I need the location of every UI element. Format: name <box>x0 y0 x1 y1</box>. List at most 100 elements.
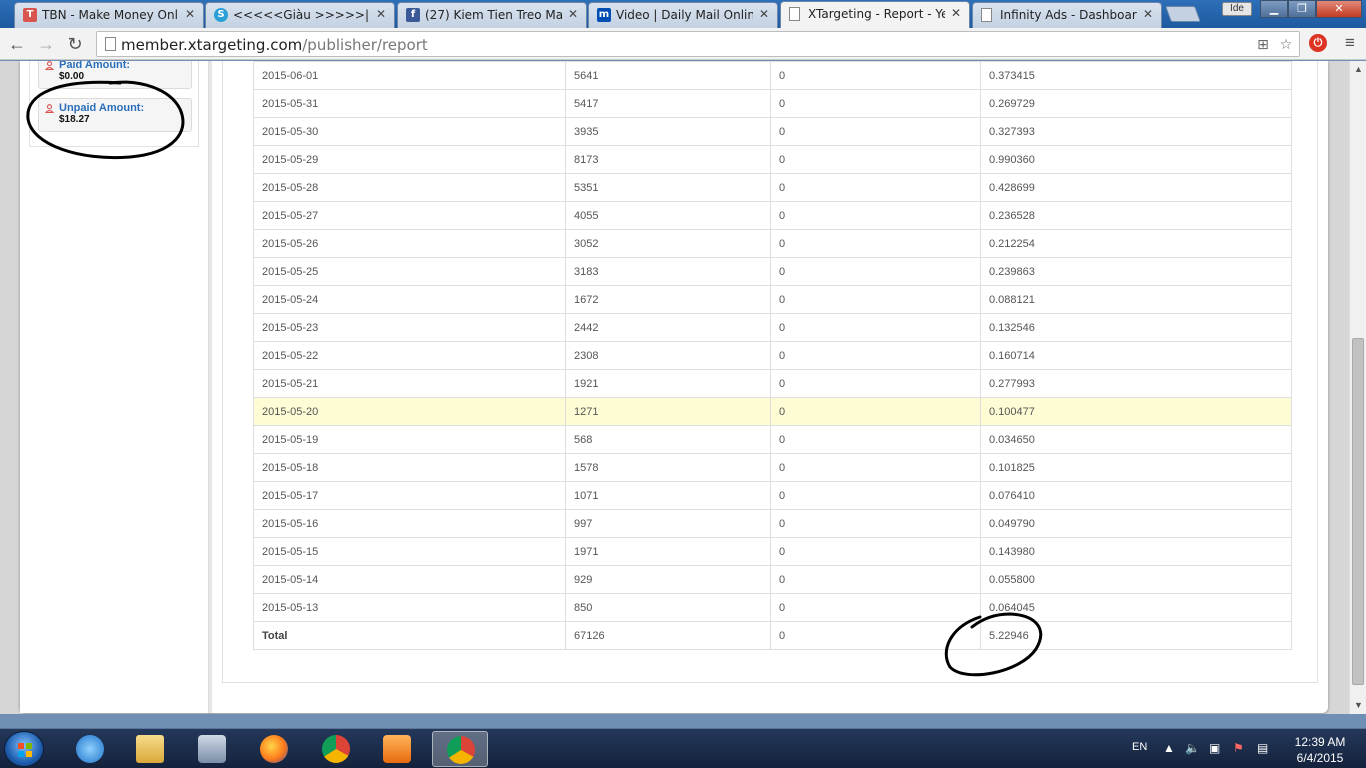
clicks-cell: 0 <box>770 453 981 482</box>
forward-icon[interactable]: → <box>34 32 58 56</box>
address-bar[interactable]: member.xtargeting.com/publisher/report ⊞… <box>96 31 1300 57</box>
reload-icon[interactable]: ↻ <box>63 32 87 56</box>
tab-title: (27) Kiem Tien Treo May V <box>425 8 562 22</box>
scroll-up-arrow-icon[interactable]: ▲ <box>1350 61 1366 78</box>
table-row: 2015-05-31 5417 0 0.269729 <box>253 89 1292 118</box>
media-player-icon[interactable] <box>369 731 425 767</box>
bookmark-star-icon[interactable]: ☆ <box>1277 35 1295 53</box>
tab-close-icon[interactable]: ✕ <box>568 7 578 21</box>
clicks-cell: 0 <box>770 285 981 314</box>
paid-amount-card: Paid Amount: $0.00 <box>38 61 192 89</box>
internet-explorer-icon[interactable] <box>62 731 118 767</box>
minimize-button[interactable]: ▁ <box>1260 0 1288 18</box>
earnings-cell: 0.034650 <box>980 425 1292 454</box>
browser-tab[interactable]: S <<<<<Giàu >>>>>|<<< ✕ <box>205 2 395 28</box>
browser-tab[interactable]: f (27) Kiem Tien Treo May V ✕ <box>397 2 587 28</box>
paid-amount-label: Paid Amount: <box>59 61 131 71</box>
date-cell: 2015-05-27 <box>253 201 566 230</box>
earnings-cell: 0.088121 <box>980 285 1292 314</box>
total-label: Total <box>253 621 566 650</box>
earnings-cell: 0.143980 <box>980 537 1292 566</box>
table-row: 2015-05-14 929 0 0.055800 <box>253 565 1292 594</box>
new-tab-button[interactable] <box>1165 6 1201 22</box>
tbn-favicon: T <box>23 8 37 22</box>
clock-date[interactable]: 6/4/2015 <box>1290 751 1350 765</box>
tab-close-icon[interactable]: ✕ <box>376 7 386 21</box>
start-button[interactable] <box>4 731 44 767</box>
earnings-cell: 0.428699 <box>980 173 1292 202</box>
date-cell: 2015-05-26 <box>253 229 566 258</box>
date-cell: 2015-05-19 <box>253 425 566 454</box>
date-cell: 2015-05-28 <box>253 173 566 202</box>
browser-tab[interactable]: m Video | Daily Mail Online ✕ <box>588 2 778 28</box>
scroll-thumb[interactable] <box>1352 338 1364 685</box>
impressions-cell: 997 <box>565 509 771 538</box>
earnings-cell: 0.100477 <box>980 397 1292 426</box>
back-icon[interactable]: ← <box>5 32 29 56</box>
clicks-cell: 0 <box>770 481 981 510</box>
show-hidden-icons-icon[interactable]: ▲ <box>1163 741 1175 755</box>
date-cell: 2015-05-29 <box>253 145 566 174</box>
maximize-button[interactable]: ❐ <box>1288 0 1316 18</box>
tab-close-icon[interactable]: ✕ <box>759 7 769 21</box>
date-cell: 2015-05-25 <box>253 257 566 286</box>
url-text: member.xtargeting.com/publisher/report <box>121 36 428 54</box>
browser-tab-active[interactable]: XTargeting - Report - Yes ✕ <box>780 1 970 28</box>
sidebar-divider <box>209 61 212 713</box>
clicks-cell: 0 <box>770 313 981 342</box>
close-window-button[interactable]: ✕ <box>1316 0 1362 18</box>
clicks-cell: 0 <box>770 257 981 286</box>
translate-icon[interactable]: ⊞ <box>1254 35 1272 53</box>
tab-title: Video | Daily Mail Online <box>616 8 753 22</box>
table-row: 2015-05-29 8173 0 0.990360 <box>253 145 1292 174</box>
sync-icon[interactable]: ▣ <box>1209 741 1220 755</box>
tab-close-icon[interactable]: ✕ <box>951 6 961 20</box>
earnings-cell: 0.277993 <box>980 369 1292 398</box>
language-indicator[interactable]: EN <box>1132 741 1147 753</box>
earnings-cell: 0.269729 <box>980 89 1292 118</box>
page-favicon <box>789 7 800 21</box>
impressions-cell: 850 <box>565 593 771 622</box>
earnings-cell: 0.132546 <box>980 313 1292 342</box>
table-row: 2015-05-24 1672 0 0.088121 <box>253 285 1292 314</box>
clock-time[interactable]: 12:39 AM <box>1290 735 1350 749</box>
unpaid-amount-label: Unpaid Amount: <box>59 102 145 114</box>
clicks-cell: 0 <box>770 537 981 566</box>
date-cell: 2015-05-23 <box>253 313 566 342</box>
tab-close-icon[interactable]: ✕ <box>185 7 195 21</box>
table-row: 2015-05-21 1921 0 0.277993 <box>253 369 1292 398</box>
volume-icon[interactable]: 🔈 <box>1185 741 1200 755</box>
chrome-menu-icon[interactable]: ≡ <box>1340 33 1360 53</box>
windows-taskbar: EN ▲ 🔈 ▣ ⚑ ▤ 12:39 AM 6/4/2015 <box>0 728 1366 768</box>
earnings-cell: 0.064045 <box>980 593 1292 622</box>
browser-tab[interactable]: T TBN - Make Money Online ✕ <box>14 2 204 28</box>
date-cell: 2015-05-13 <box>253 593 566 622</box>
tab-close-icon[interactable]: ✕ <box>1143 7 1153 21</box>
chrome-profile-icon[interactable] <box>432 731 488 767</box>
clicks-cell: 0 <box>770 61 981 90</box>
browser-tab[interactable]: Infinity Ads - Dashboard P ✕ <box>972 2 1162 28</box>
network-icon[interactable] <box>184 731 240 767</box>
extension-icon[interactable]: ⏻ <box>1309 34 1327 52</box>
impressions-cell: 1672 <box>565 285 771 314</box>
table-row: 2015-05-15 1971 0 0.143980 <box>253 537 1292 566</box>
clicks-cell: 0 <box>770 509 981 538</box>
impressions-cell: 1971 <box>565 537 771 566</box>
profile-button[interactable]: Ide <box>1222 2 1252 16</box>
file-explorer-icon[interactable] <box>122 731 178 767</box>
scroll-down-arrow-icon[interactable]: ▼ <box>1350 697 1366 714</box>
chrome-icon[interactable] <box>308 731 364 767</box>
tab-title: Infinity Ads - Dashboard P <box>1000 8 1137 22</box>
clicks-cell: 0 <box>770 593 981 622</box>
flag-alert-icon[interactable]: ⚑ <box>1233 741 1244 755</box>
firefox-icon[interactable] <box>246 731 302 767</box>
earnings-cell: 0.373415 <box>980 61 1292 90</box>
clicks-cell: 0 <box>770 173 981 202</box>
earnings-cell: 0.990360 <box>980 145 1292 174</box>
user-icon <box>45 104 54 113</box>
table-row: 2015-05-18 1578 0 0.101825 <box>253 453 1292 482</box>
table-row: 2015-05-17 1071 0 0.076410 <box>253 481 1292 510</box>
network-tray-icon[interactable]: ▤ <box>1257 741 1268 755</box>
unpaid-amount-card: Unpaid Amount: $18.27 <box>38 98 192 132</box>
page-scrollbar[interactable]: ▲ ▼ <box>1349 61 1366 714</box>
